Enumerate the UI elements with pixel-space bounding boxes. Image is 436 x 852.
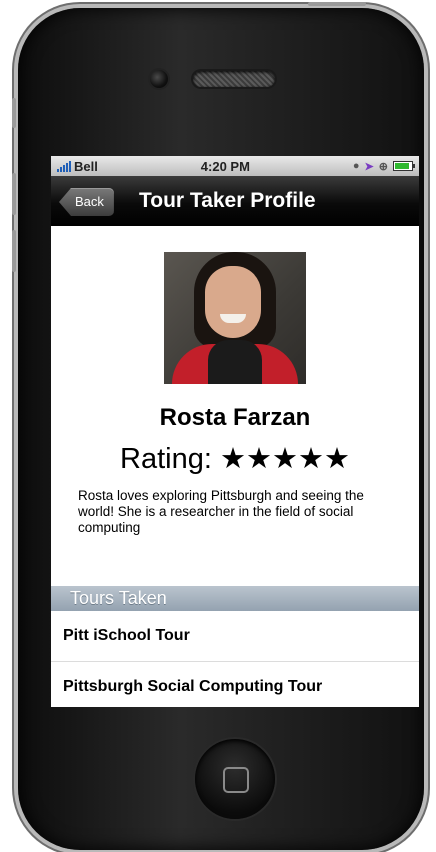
earpiece-speaker — [193, 71, 275, 87]
profile-photo — [164, 252, 306, 384]
battery-icon — [392, 161, 415, 171]
navigation-bar: Back Tour Taker Profile — [51, 176, 419, 226]
volume-down-button — [12, 230, 16, 272]
profile-bio: Rosta loves exploring Pittsburgh and see… — [78, 488, 364, 535]
back-button[interactable]: Back — [59, 188, 114, 216]
screen: Bell 4:20 PM ● ➤ ⊕ Back Tour Taker Profi… — [51, 156, 419, 707]
tours-list: Pitt iSchool Tour Pittsburgh Social Comp… — [51, 611, 419, 707]
home-button-icon[interactable] — [195, 739, 275, 819]
power-button — [308, 2, 366, 6]
lock-rotation-icon: ⊕ — [378, 160, 388, 173]
signal-icon — [57, 160, 71, 172]
profile-rating: Rating: ★★★★★ — [120, 443, 350, 475]
volume-up-button — [12, 173, 16, 215]
tour-list-item[interactable]: Pitt iSchool Tour — [51, 611, 419, 662]
tours-section-header: Tours Taken — [51, 586, 419, 611]
tour-list-item[interactable]: Pittsburgh Social Computing Tour — [51, 662, 419, 707]
alarm-icon: ● — [352, 160, 360, 172]
carrier-label: Bell — [74, 158, 98, 174]
profile-section: Rosta Farzan Rating: ★★★★★ Rosta loves e… — [51, 252, 419, 536]
page-title: Tour Taker Profile — [139, 189, 316, 212]
mute-switch — [12, 98, 16, 128]
front-camera — [150, 70, 168, 88]
profile-name: Rosta Farzan — [159, 404, 311, 431]
clock: 4:20 PM — [200, 158, 250, 174]
location-arrow-icon: ➤ — [364, 160, 374, 173]
status-bar: Bell 4:20 PM ● ➤ ⊕ — [51, 156, 419, 176]
